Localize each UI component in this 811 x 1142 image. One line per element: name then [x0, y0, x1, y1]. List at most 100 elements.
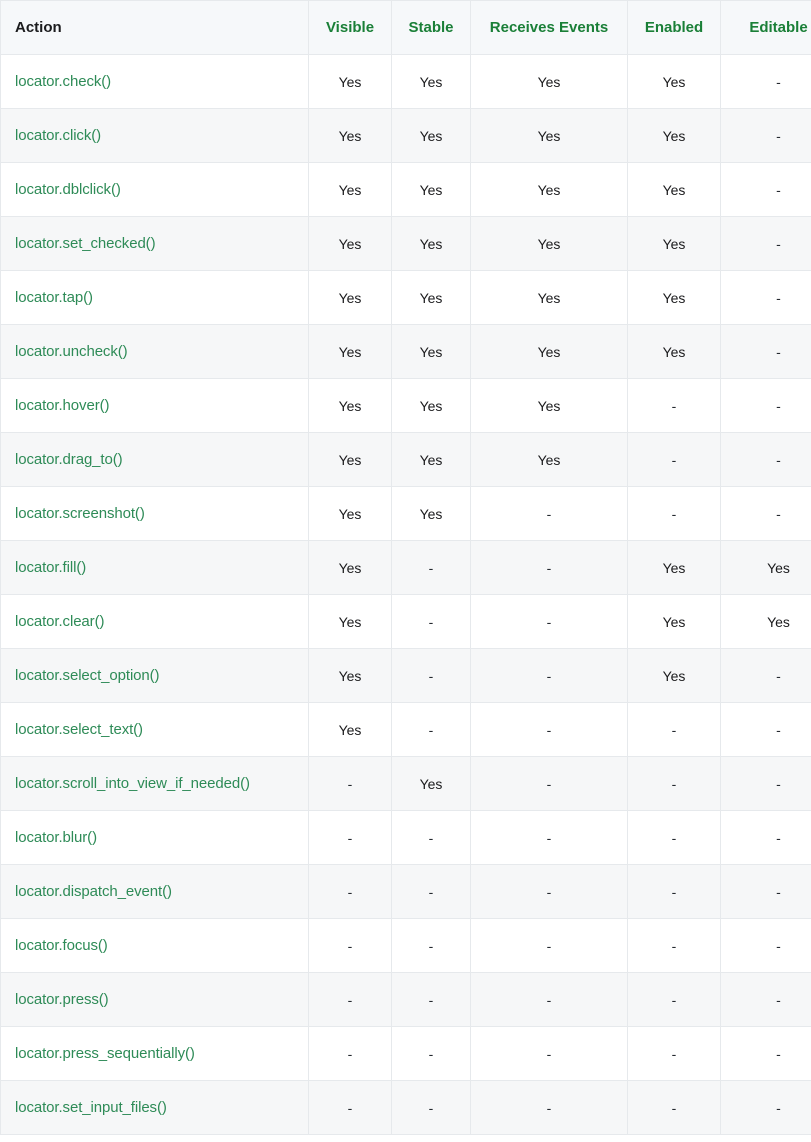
action-api-link[interactable]: locator.focus()	[15, 937, 108, 954]
value-cell-events: -	[470, 918, 628, 973]
action-cell: locator.tap()	[0, 270, 309, 325]
value-cell-visible: -	[308, 972, 392, 1027]
action-api-link[interactable]: locator.dispatch_event()	[15, 883, 172, 900]
value-cell-visible: -	[308, 1026, 392, 1081]
action-cell: locator.dispatch_event()	[0, 864, 309, 919]
table-row: locator.check() Yes Yes Yes Yes -	[0, 54, 811, 109]
value-cell-events: -	[470, 1026, 628, 1081]
value-cell-editable: -	[720, 378, 811, 433]
value-cell-visible: Yes	[308, 162, 392, 217]
value-cell-stable: Yes	[391, 756, 471, 811]
value-cell-stable: Yes	[391, 432, 471, 487]
value-cell-events: -	[470, 594, 628, 649]
value-cell-editable: Yes	[720, 594, 811, 649]
action-api-link[interactable]: locator.press()	[15, 991, 109, 1008]
table-row: locator.focus() - - - - -	[0, 918, 811, 973]
value-cell-visible: Yes	[308, 216, 392, 271]
value-cell-events: Yes	[470, 54, 628, 109]
value-cell-events: Yes	[470, 270, 628, 325]
value-cell-editable: -	[720, 864, 811, 919]
value-cell-stable: Yes	[391, 108, 471, 163]
column-header-editable: Editable	[720, 0, 811, 55]
table-row: locator.screenshot() Yes Yes - - -	[0, 486, 811, 541]
value-cell-visible: -	[308, 918, 392, 973]
table-row: locator.fill() Yes - - Yes Yes	[0, 540, 811, 595]
action-api-link[interactable]: locator.set_input_files()	[15, 1099, 167, 1116]
value-cell-enabled: -	[627, 972, 721, 1027]
value-cell-editable: -	[720, 270, 811, 325]
action-api-link[interactable]: locator.select_option()	[15, 667, 160, 684]
value-cell-enabled: -	[627, 1026, 721, 1081]
value-cell-stable: -	[391, 810, 471, 865]
header-row: Action Visible Stable Receives Events En…	[0, 0, 811, 55]
action-api-link[interactable]: locator.scroll_into_view_if_needed()	[15, 775, 250, 792]
value-cell-visible: Yes	[308, 702, 392, 757]
table-body: locator.check() Yes Yes Yes Yes - locator.clic…	[0, 54, 811, 1135]
action-api-link[interactable]: locator.blur()	[15, 829, 97, 846]
value-cell-events: -	[470, 1080, 628, 1135]
action-cell: locator.select_text()	[0, 702, 309, 757]
value-cell-visible: Yes	[308, 108, 392, 163]
action-api-link[interactable]: locator.set_checked()	[15, 235, 156, 252]
action-cell: locator.hover()	[0, 378, 309, 433]
action-api-link[interactable]: locator.fill()	[15, 559, 86, 576]
value-cell-visible: Yes	[308, 594, 392, 649]
action-api-link[interactable]: locator.screenshot()	[15, 505, 145, 522]
action-cell: locator.focus()	[0, 918, 309, 973]
action-api-link[interactable]: locator.tap()	[15, 289, 93, 306]
action-cell: locator.uncheck()	[0, 324, 309, 379]
table-row: locator.dblclick() Yes Yes Yes Yes -	[0, 162, 811, 217]
value-cell-enabled: Yes	[627, 540, 721, 595]
value-cell-enabled: Yes	[627, 216, 721, 271]
value-cell-enabled: Yes	[627, 270, 721, 325]
value-cell-stable: -	[391, 1026, 471, 1081]
value-cell-events: Yes	[470, 378, 628, 433]
action-api-link[interactable]: locator.check()	[15, 73, 111, 90]
value-cell-editable: -	[720, 810, 811, 865]
table-row: locator.set_input_files() - - - - -	[0, 1080, 811, 1135]
value-cell-stable: -	[391, 918, 471, 973]
action-api-link[interactable]: locator.dblclick()	[15, 181, 121, 198]
table-header: Action Visible Stable Receives Events En…	[0, 0, 811, 55]
value-cell-events: -	[470, 810, 628, 865]
action-cell: locator.set_input_files()	[0, 1080, 309, 1135]
table-row: locator.set_checked() Yes Yes Yes Yes -	[0, 216, 811, 271]
table-row: locator.drag_to() Yes Yes Yes - -	[0, 432, 811, 487]
value-cell-enabled: Yes	[627, 324, 721, 379]
value-cell-enabled: -	[627, 702, 721, 757]
value-cell-events: Yes	[470, 432, 628, 487]
value-cell-enabled: -	[627, 756, 721, 811]
value-cell-editable: -	[720, 486, 811, 541]
action-cell: locator.clear()	[0, 594, 309, 649]
value-cell-stable: Yes	[391, 486, 471, 541]
value-cell-stable: Yes	[391, 216, 471, 271]
value-cell-stable: -	[391, 972, 471, 1027]
value-cell-stable: Yes	[391, 270, 471, 325]
table-row: locator.dispatch_event() - - - - -	[0, 864, 811, 919]
value-cell-stable: -	[391, 594, 471, 649]
value-cell-stable: Yes	[391, 324, 471, 379]
action-api-link[interactable]: locator.press_sequentially()	[15, 1045, 195, 1062]
action-api-link[interactable]: locator.select_text()	[15, 721, 143, 738]
value-cell-enabled: -	[627, 1080, 721, 1135]
value-cell-visible: Yes	[308, 324, 392, 379]
action-api-link[interactable]: locator.drag_to()	[15, 451, 123, 468]
action-api-link[interactable]: locator.clear()	[15, 613, 104, 630]
table-row: locator.hover() Yes Yes Yes - -	[0, 378, 811, 433]
value-cell-stable: Yes	[391, 378, 471, 433]
action-api-link[interactable]: locator.hover()	[15, 397, 109, 414]
value-cell-events: -	[470, 648, 628, 703]
value-cell-editable: -	[720, 1026, 811, 1081]
column-header-stable: Stable	[391, 0, 471, 55]
value-cell-editable: -	[720, 324, 811, 379]
table-row: locator.select_text() Yes - - - -	[0, 702, 811, 757]
value-cell-events: -	[470, 702, 628, 757]
table-row: locator.press_sequentially() - - - - -	[0, 1026, 811, 1081]
action-api-link[interactable]: locator.click()	[15, 127, 101, 144]
value-cell-editable: -	[720, 432, 811, 487]
value-cell-visible: -	[308, 810, 392, 865]
value-cell-events: -	[470, 756, 628, 811]
value-cell-visible: Yes	[308, 270, 392, 325]
action-api-link[interactable]: locator.uncheck()	[15, 343, 128, 360]
action-cell: locator.set_checked()	[0, 216, 309, 271]
